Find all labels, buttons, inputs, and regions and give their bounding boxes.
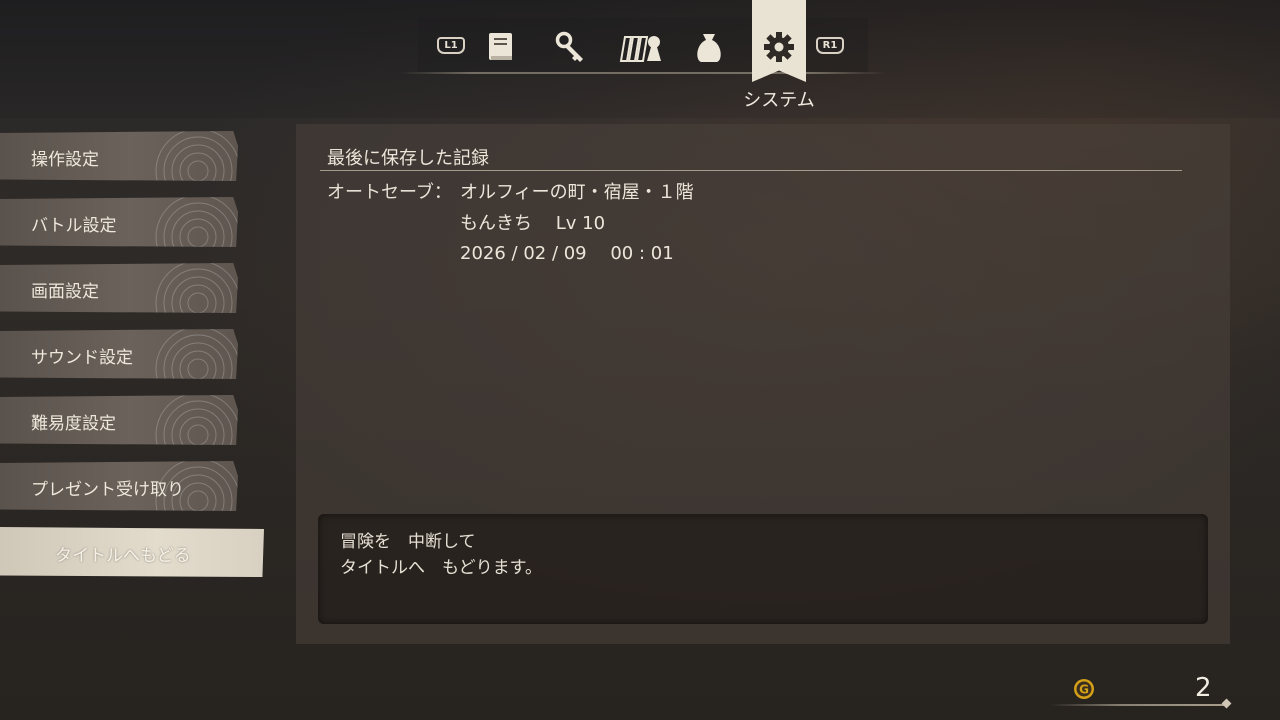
gold-underline <box>1050 704 1228 706</box>
save-location: オルフィーの町・宿屋・１階 <box>460 182 694 203</box>
sidebar-item-label: 画面設定 <box>31 282 99 302</box>
svg-text:G: G <box>1079 683 1089 697</box>
sidebar-item-difficulty[interactable]: 難易度設定 <box>0 395 238 445</box>
sidebar-item-label: タイトルへもどる <box>55 546 191 566</box>
sidebar-item-gifts[interactable]: プレゼント受け取り <box>0 461 238 511</box>
r1-button-hint[interactable]: R1 <box>816 37 844 54</box>
sidebar-item-return-to-title[interactable]: タイトルへもどる <box>0 527 264 577</box>
sidebar-item-battle[interactable]: バトル設定 <box>0 197 238 247</box>
sidebar-item-label: 操作設定 <box>31 150 99 170</box>
ripple-pattern <box>155 263 238 313</box>
save-character: もんきち Lv 10 <box>460 213 606 234</box>
ripple-pattern <box>155 395 238 445</box>
tab-system-label: システム <box>743 90 815 111</box>
message-line-2: タイトルへ もどります。 <box>340 558 542 578</box>
sidebar-item-controls[interactable]: 操作設定 <box>0 131 238 181</box>
sidebar-item-label: バトル設定 <box>31 216 117 236</box>
tab-bar-divider <box>400 72 885 74</box>
sidebar-item-sound[interactable]: サウンド設定 <box>0 329 238 379</box>
gold-amount: 2 <box>1195 673 1212 703</box>
key-icon[interactable] <box>551 27 591 67</box>
gear-icon[interactable] <box>759 27 799 67</box>
autosave-label: オートセーブ： <box>327 182 452 203</box>
l1-button-hint[interactable]: L1 <box>437 37 465 54</box>
save-datetime: 2026 / 02 / 09 00 : 01 <box>460 243 674 264</box>
title-divider <box>320 170 1182 171</box>
book-icon[interactable] <box>481 27 521 67</box>
bag-icon[interactable] <box>689 27 729 67</box>
ripple-pattern <box>155 197 238 247</box>
sidebar-item-label: サウンド設定 <box>31 348 133 368</box>
sidebar-item-display[interactable]: 画面設定 <box>0 263 238 313</box>
sidebar-item-label: 難易度設定 <box>31 414 116 434</box>
gold-coin-icon: G <box>1074 679 1094 699</box>
save-record-title: 最後に保存した記録 <box>327 148 489 169</box>
party-icon[interactable] <box>617 27 665 67</box>
message-line-1: 冒険を 中断して <box>340 532 476 552</box>
ripple-pattern <box>155 329 238 379</box>
sidebar-item-label: プレゼント受け取り <box>31 480 184 500</box>
ripple-pattern <box>155 131 238 181</box>
